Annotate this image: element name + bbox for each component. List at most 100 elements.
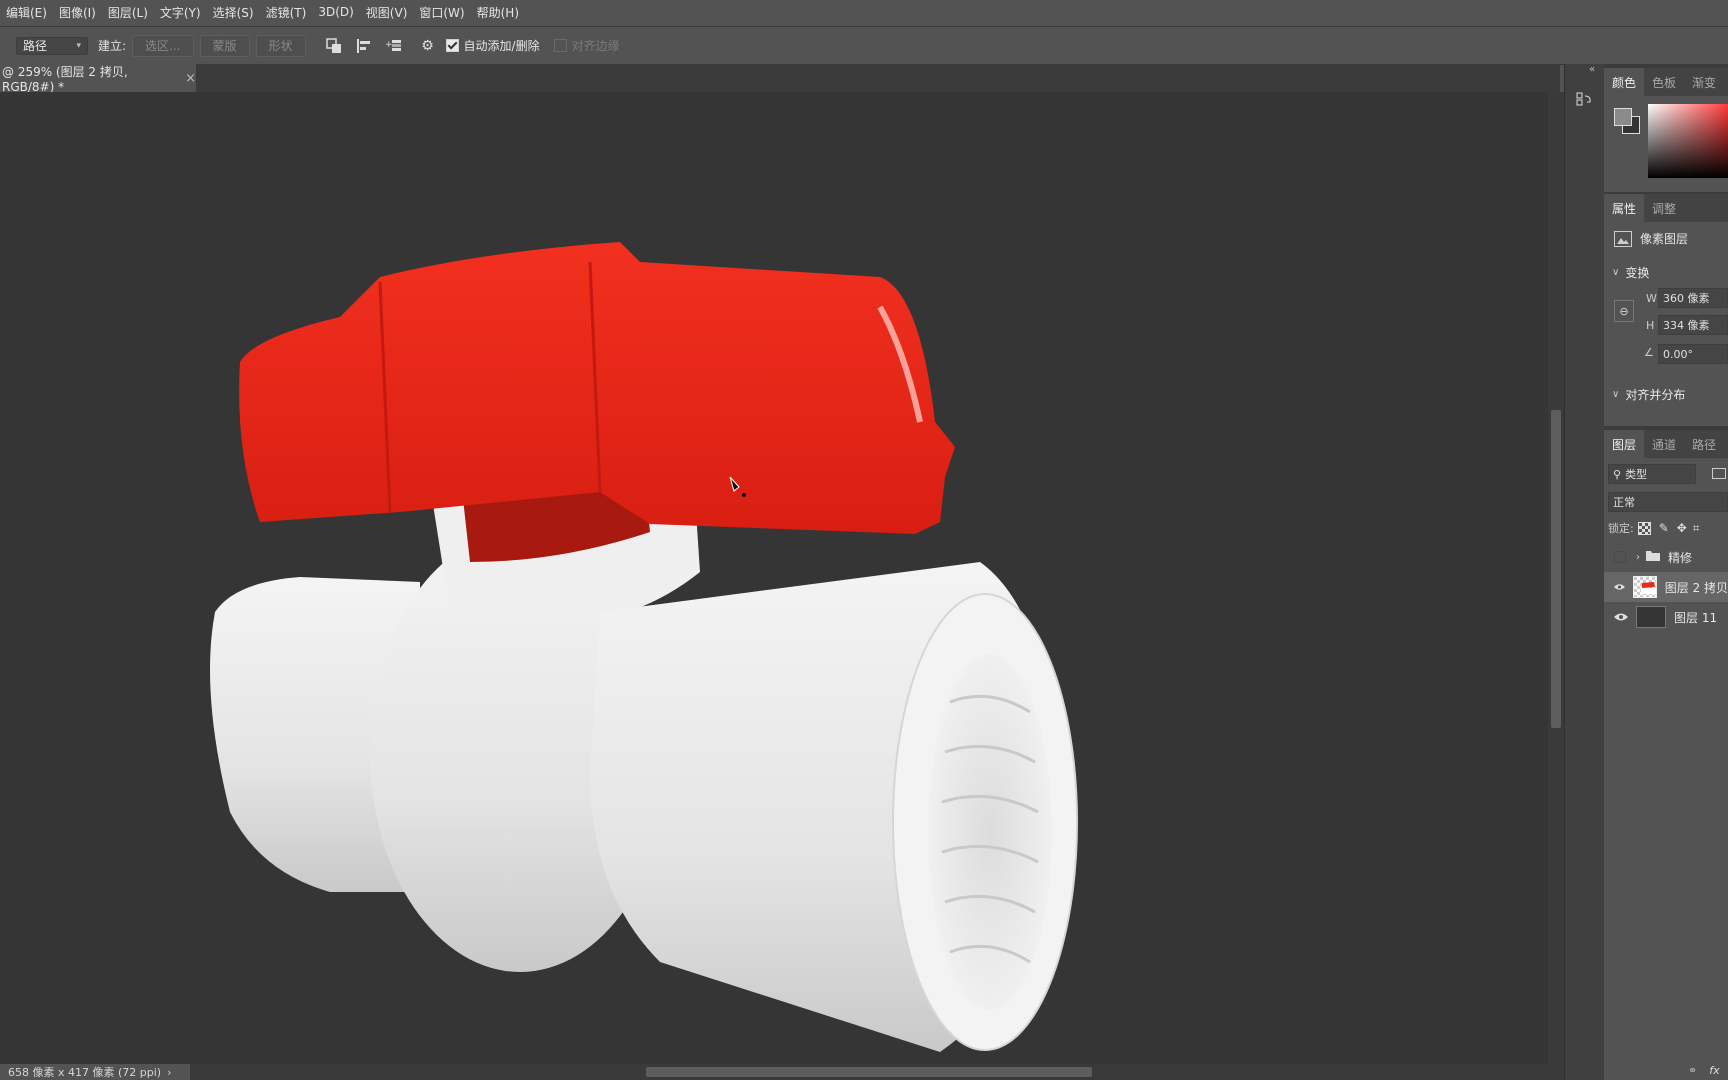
menu-select[interactable]: 选择(S) — [207, 4, 260, 21]
make-selection-button[interactable]: 选区... — [132, 34, 194, 57]
link-layers-icon[interactable]: ⚭ — [1688, 1064, 1697, 1077]
tab-adjustments[interactable]: 调整 — [1644, 194, 1684, 222]
menu-type[interactable]: 文字(Y) — [154, 4, 207, 21]
document-canvas[interactable] — [0, 92, 1548, 1064]
tab-color[interactable]: 颜色 — [1604, 68, 1645, 96]
layer-name: 图层 11 — [1674, 610, 1718, 625]
foreground-background-swatch[interactable] — [1614, 108, 1640, 134]
height-field[interactable]: 334 像素 — [1658, 315, 1728, 335]
chevron-down-icon: ∨ — [1612, 389, 1620, 400]
layer-row-selected[interactable]: 图层 2 拷贝 — [1604, 572, 1728, 602]
layers-panel-tabs: 图层 通道 路径 — [1604, 430, 1728, 458]
layers-panel-footer: ⚭ fx — [1604, 1060, 1728, 1080]
path-arrangement-icon[interactable]: + — [384, 36, 404, 56]
valve-bore — [928, 654, 1052, 1010]
layer-row[interactable]: 图层 11 — [1604, 602, 1728, 632]
angle-field[interactable]: 0.00° — [1658, 344, 1728, 364]
menu-layer[interactable]: 图层(L) — [102, 4, 154, 21]
horizontal-scroll-thumb[interactable] — [646, 1067, 1092, 1077]
layer-type-label: 像素图层 — [1640, 232, 1689, 246]
chevron-down-icon: ∨ — [1612, 267, 1620, 278]
make-mask-button[interactable]: 蒙版 — [199, 34, 250, 57]
tab-properties[interactable]: 属性 — [1604, 194, 1645, 222]
lock-transparent-pixels-icon[interactable] — [1637, 521, 1651, 535]
chevron-right-icon[interactable]: › — [1636, 552, 1640, 563]
layers-panel: 图层 通道 路径 ⚲ 类型 正常 锁定: ✎ ✥ ⌗ › 精修 图层 2 拷贝 … — [1604, 430, 1728, 1080]
collapse-dock-icon[interactable]: « — [1589, 64, 1595, 75]
pen-mode-value: 路径 — [23, 39, 48, 53]
vertical-scroll-thumb[interactable] — [1551, 410, 1561, 728]
tab-layers[interactable]: 图层 — [1604, 430, 1645, 458]
menu-help[interactable]: 帮助(H) — [471, 4, 525, 21]
menu-view[interactable]: 视图(V) — [360, 4, 414, 21]
tab-channels[interactable]: 通道 — [1644, 430, 1684, 458]
link-dimensions-icon[interactable]: ⊖ — [1614, 300, 1634, 322]
document-tab-title: @ 259% (图层 2 拷贝, RGB/8#) * — [2, 64, 128, 94]
lock-position-icon[interactable]: ✥ — [1677, 521, 1687, 535]
angle-icon: ∠ — [1644, 346, 1654, 359]
eye-icon[interactable] — [1614, 582, 1625, 592]
menu-filter[interactable]: 滤镜(T) — [260, 4, 313, 21]
layer-thumbnail — [1632, 576, 1657, 598]
color-spectrum-field[interactable] — [1648, 104, 1728, 178]
status-menu-arrow-icon[interactable]: › — [167, 1066, 171, 1079]
right-panels: 颜色 色板 渐变 属性 调整 像素图层 ∨ 变换 ⊖ W 360 像素 H 33… — [1604, 64, 1728, 1080]
search-icon: ⚲ — [1613, 467, 1622, 481]
document-size-info: 658 像素 x 417 像素 (72 ppi) — [8, 1066, 162, 1079]
menu-bar: 编辑(E) 图像(I) 图层(L) 文字(Y) 选择(S) 滤镜(T) 3D(D… — [0, 0, 1728, 24]
align-distribute-section[interactable]: ∨ 对齐并分布 — [1612, 386, 1685, 403]
menu-window[interactable]: 窗口(W) — [413, 4, 470, 21]
chevron-down-icon: ▾ — [76, 40, 81, 51]
layer-name: 图层 2 拷贝 — [1664, 580, 1728, 595]
layer-filter-value: 类型 — [1625, 468, 1648, 481]
horizontal-scrollbar[interactable] — [190, 1064, 1564, 1080]
layer-name: 精修 — [1668, 550, 1693, 565]
visibility-toggle-off[interactable] — [1614, 551, 1626, 563]
align-edges-label: 对齐边缘 — [571, 39, 620, 53]
layer-style-button[interactable]: fx — [1709, 1064, 1719, 1077]
gear-icon[interactable]: ⚙ — [418, 36, 438, 56]
align-edges-checkbox[interactable] — [553, 39, 567, 52]
eye-icon[interactable] — [1614, 612, 1628, 622]
lock-artboard-icon[interactable]: ⌗ — [1693, 521, 1700, 536]
color-panel: 颜色 色板 渐变 — [1604, 68, 1728, 192]
width-label: W — [1646, 292, 1657, 305]
vertical-scrollbar[interactable] — [1548, 92, 1564, 1064]
layer-row-group[interactable]: › 精修 — [1604, 542, 1728, 572]
status-bar: 658 像素 x 417 像素 (72 ppi) › — [0, 1064, 190, 1080]
tab-swatches[interactable]: 色板 — [1644, 68, 1684, 96]
blend-mode-select[interactable]: 正常 — [1608, 492, 1728, 512]
document-tab-bar: @ 259% (图层 2 拷贝, RGB/8#) * × — [0, 64, 1560, 94]
close-icon[interactable]: × — [185, 71, 196, 86]
history-icon[interactable] — [1575, 90, 1595, 110]
menu-3d[interactable]: 3D(D) — [312, 5, 359, 19]
image-icon — [1614, 230, 1632, 247]
valve-image — [210, 242, 1078, 1052]
lock-label: 锁定: — [1608, 522, 1634, 535]
menu-image[interactable]: 图像(I) — [53, 4, 102, 21]
path-alignment-icon[interactable] — [354, 36, 374, 56]
layer-thumbnail — [1636, 606, 1666, 628]
layer-filter-select[interactable]: ⚲ 类型 — [1608, 464, 1696, 484]
folder-icon — [1646, 550, 1660, 564]
width-field[interactable]: 360 像素 — [1658, 288, 1728, 308]
properties-panel: 属性 调整 像素图层 ∨ 变换 ⊖ W 360 像素 H 334 像素 ∠ 0.… — [1604, 194, 1728, 426]
path-operations-icon[interactable] — [324, 36, 344, 56]
align-distribute-title: 对齐并分布 — [1625, 388, 1686, 402]
build-label: 建立: — [98, 39, 127, 53]
tab-gradients[interactable]: 渐变 — [1684, 68, 1724, 96]
height-value: 334 像素 — [1663, 319, 1710, 332]
tab-paths[interactable]: 路径 — [1684, 430, 1724, 458]
tool-options-bar: 路径 ▾ 建立: 选区... 蒙版 形状 + ⚙ 自动添加/删除 对齐边缘 — [0, 26, 1728, 65]
angle-value: 0.00° — [1663, 347, 1693, 361]
height-label: H — [1646, 319, 1655, 332]
menu-edit[interactable]: 编辑(E) — [0, 4, 53, 21]
filter-image-icon[interactable] — [1712, 468, 1726, 479]
document-tab[interactable]: @ 259% (图层 2 拷贝, RGB/8#) * × — [0, 64, 196, 94]
auto-add-delete-checkbox[interactable] — [445, 39, 459, 52]
lock-row: 锁定: ✎ ✥ ⌗ — [1608, 520, 1700, 536]
transform-section[interactable]: ∨ 变换 — [1612, 264, 1649, 281]
pen-mode-select[interactable]: 路径 ▾ — [16, 36, 88, 55]
lock-image-pixels-icon[interactable]: ✎ — [1659, 521, 1669, 535]
make-shape-button[interactable]: 形状 — [255, 34, 306, 57]
